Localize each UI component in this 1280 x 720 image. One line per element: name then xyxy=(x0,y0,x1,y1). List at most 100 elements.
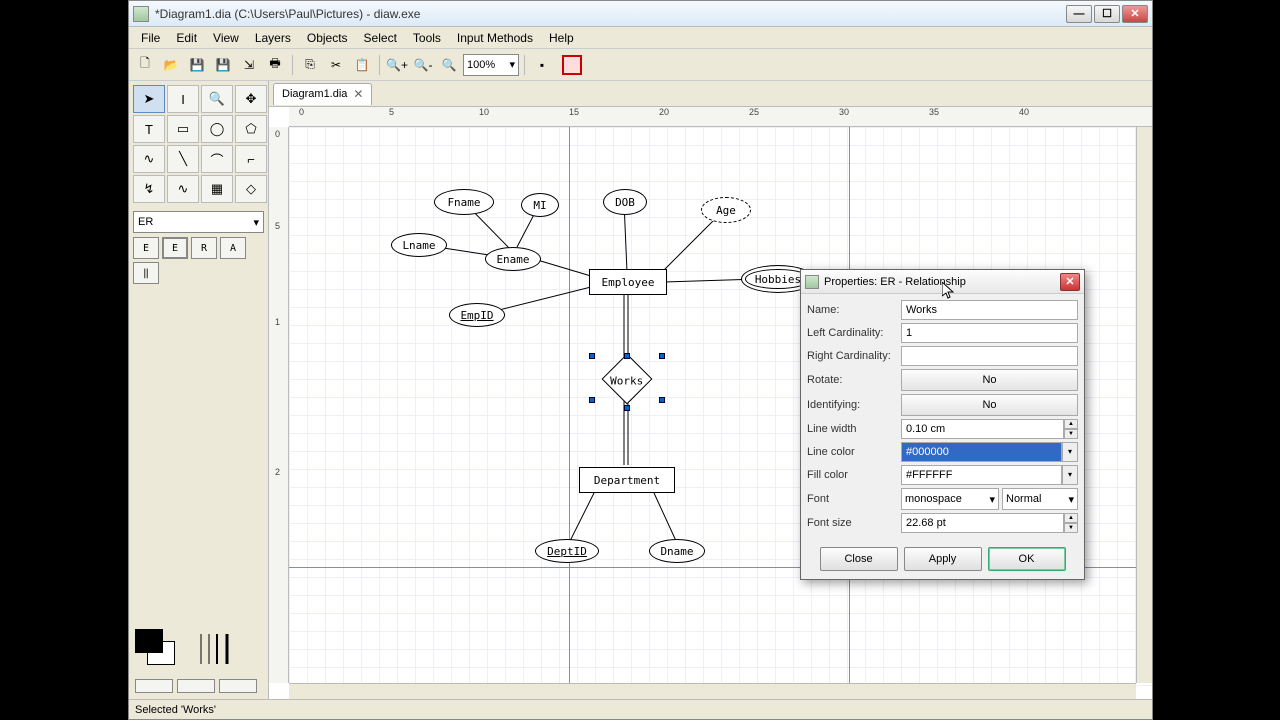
linewidth-down-icon[interactable]: ▼ xyxy=(1064,429,1078,439)
save-icon[interactable]: 💾 xyxy=(185,53,209,77)
arc-tool-icon[interactable]: ⌒ xyxy=(201,145,233,173)
menu-input-methods[interactable]: Input Methods xyxy=(449,29,541,47)
dialog-title: Properties: ER - Relationship xyxy=(824,276,1060,288)
zoom-fit-icon[interactable]: 🔍 xyxy=(437,53,461,77)
menu-edit[interactable]: Edit xyxy=(168,29,205,47)
line-tool-icon[interactable]: ╲ xyxy=(167,145,199,173)
attr-lname[interactable]: Lname xyxy=(391,233,447,257)
er-relationship-icon[interactable]: R xyxy=(191,237,217,259)
tab-diagram1[interactable]: Diagram1.dia ✕ xyxy=(273,83,372,105)
line-middle-icon[interactable] xyxy=(177,679,215,693)
line-end-icon[interactable] xyxy=(219,679,257,693)
zigzag-tool-icon[interactable]: ⌐ xyxy=(235,145,267,173)
attr-fname[interactable]: Fname xyxy=(434,189,494,215)
close-button[interactable]: ✕ xyxy=(1122,5,1148,23)
properties-dialog: Properties: ER - Relationship ✕ Name: Le… xyxy=(800,269,1085,580)
fontsize-up-icon[interactable]: ▲ xyxy=(1064,513,1078,523)
attr-dob[interactable]: DOB xyxy=(603,189,647,215)
open-icon[interactable]: 📂 xyxy=(159,53,183,77)
input-linecolor[interactable]: #000000 xyxy=(901,442,1062,462)
dialog-close-button[interactable]: Close xyxy=(820,547,898,571)
cut-icon[interactable]: ✂ xyxy=(324,53,348,77)
line-style-icon[interactable] xyxy=(199,629,239,669)
new-icon[interactable]: 🗋 xyxy=(133,53,157,77)
minimize-button[interactable]: — xyxy=(1066,5,1092,23)
tab-close-icon[interactable]: ✕ xyxy=(353,87,363,101)
polygon-tool-icon[interactable]: ⬠ xyxy=(235,115,267,143)
attr-deptid[interactable]: DeptID xyxy=(535,539,599,563)
attr-dname[interactable]: Dname xyxy=(649,539,705,563)
menu-select[interactable]: Select xyxy=(356,29,405,47)
attr-empid[interactable]: EmpID xyxy=(449,303,505,327)
bezier-tool-icon[interactable]: ∿ xyxy=(133,145,165,173)
saveas-icon[interactable]: 💾 xyxy=(211,53,235,77)
ellipse-tool-icon[interactable]: ◯ xyxy=(201,115,233,143)
app-icon xyxy=(133,6,149,22)
input-fontsize[interactable] xyxy=(901,513,1064,533)
entity-department[interactable]: Department xyxy=(579,467,675,493)
text-box-icon[interactable]: T xyxy=(133,115,165,143)
label-identifying: Identifying: xyxy=(807,399,897,411)
er-participation-icon[interactable]: ‖ xyxy=(133,262,159,284)
print-icon[interactable]: 🖶 xyxy=(263,53,287,77)
menu-layers[interactable]: Layers xyxy=(247,29,299,47)
attr-age[interactable]: Age xyxy=(701,197,751,223)
zoom-combo[interactable]: 100%▾ xyxy=(463,54,519,76)
input-linewidth[interactable] xyxy=(901,419,1064,439)
scrollbar-vertical[interactable] xyxy=(1136,127,1152,683)
box-tool-icon[interactable]: ▭ xyxy=(167,115,199,143)
fontsize-down-icon[interactable]: ▼ xyxy=(1064,523,1078,533)
bezier-line-icon[interactable]: ∿ xyxy=(167,175,199,203)
input-fillcolor[interactable]: #FFFFFF xyxy=(901,465,1062,485)
input-rightcard[interactable] xyxy=(901,346,1078,366)
titlebar: *Diagram1.dia (C:\Users\Paul\Pictures) -… xyxy=(129,1,1152,27)
menu-help[interactable]: Help xyxy=(541,29,582,47)
magnify-tool-icon[interactable]: 🔍 xyxy=(201,85,233,113)
zoom-in-icon[interactable]: 🔍+ xyxy=(385,53,409,77)
dialog-close-icon[interactable]: ✕ xyxy=(1060,273,1080,291)
color-swatch[interactable] xyxy=(562,55,582,75)
scroll-tool-icon[interactable]: ✥ xyxy=(235,85,267,113)
label-linecolor: Line color xyxy=(807,446,897,458)
line-start-icon[interactable] xyxy=(135,679,173,693)
dialog-ok-button[interactable]: OK xyxy=(988,547,1066,571)
er-weak-entity-icon[interactable]: E xyxy=(162,237,188,259)
polyline-tool-icon[interactable]: ↯ xyxy=(133,175,165,203)
ruler-horizontal: 0 5 10 15 20 25 30 35 40 xyxy=(289,107,1152,127)
dialog-titlebar[interactable]: Properties: ER - Relationship ✕ xyxy=(801,270,1084,294)
select-font[interactable]: monospace▾ xyxy=(901,488,999,510)
attr-mi[interactable]: MI xyxy=(521,193,559,217)
zoom-out-icon[interactable]: 🔍- xyxy=(411,53,435,77)
input-leftcard[interactable] xyxy=(901,323,1078,343)
tool-panel: ➤ I 🔍 ✥ T ▭ ◯ ⬠ ∿ ╲ ⌒ ⌐ ↯ ∿ ▦ ◇ ER▾ E E xyxy=(129,81,269,699)
toggle-identifying[interactable]: No xyxy=(901,394,1078,416)
image-tool-icon[interactable]: ▦ xyxy=(201,175,233,203)
fillcolor-dropdown-icon[interactable]: ▾ xyxy=(1062,465,1078,485)
menu-view[interactable]: View xyxy=(205,29,247,47)
menu-tools[interactable]: Tools xyxy=(405,29,449,47)
maximize-button[interactable]: ☐ xyxy=(1094,5,1120,23)
paste-icon[interactable]: 📋 xyxy=(350,53,374,77)
menu-file[interactable]: File xyxy=(133,29,168,47)
dialog-apply-button[interactable]: Apply xyxy=(904,547,982,571)
fg-bg-swatch[interactable] xyxy=(135,629,185,669)
shape-category-select[interactable]: ER▾ xyxy=(133,211,264,233)
linewidth-up-icon[interactable]: ▲ xyxy=(1064,419,1078,429)
linecolor-dropdown-icon[interactable]: ▾ xyxy=(1062,442,1078,462)
snap-icon[interactable]: ▪ xyxy=(530,53,554,77)
entity-employee[interactable]: Employee xyxy=(589,269,667,295)
attr-ename[interactable]: Ename xyxy=(485,247,541,271)
menu-objects[interactable]: Objects xyxy=(299,29,356,47)
pointer-tool-icon[interactable]: ➤ xyxy=(133,85,165,113)
select-fontstyle[interactable]: Normal▾ xyxy=(1002,488,1078,510)
outline-tool-icon[interactable]: ◇ xyxy=(235,175,267,203)
scrollbar-horizontal[interactable] xyxy=(289,683,1136,699)
copy-icon[interactable]: ⎘ xyxy=(298,53,322,77)
er-entity-icon[interactable]: E xyxy=(133,237,159,259)
er-attribute-icon[interactable]: A xyxy=(220,237,246,259)
input-name[interactable] xyxy=(901,300,1078,320)
toggle-rotate[interactable]: No xyxy=(901,369,1078,391)
color-swatches xyxy=(129,623,268,699)
text-tool-icon[interactable]: I xyxy=(167,85,199,113)
export-icon[interactable]: ⇲ xyxy=(237,53,261,77)
